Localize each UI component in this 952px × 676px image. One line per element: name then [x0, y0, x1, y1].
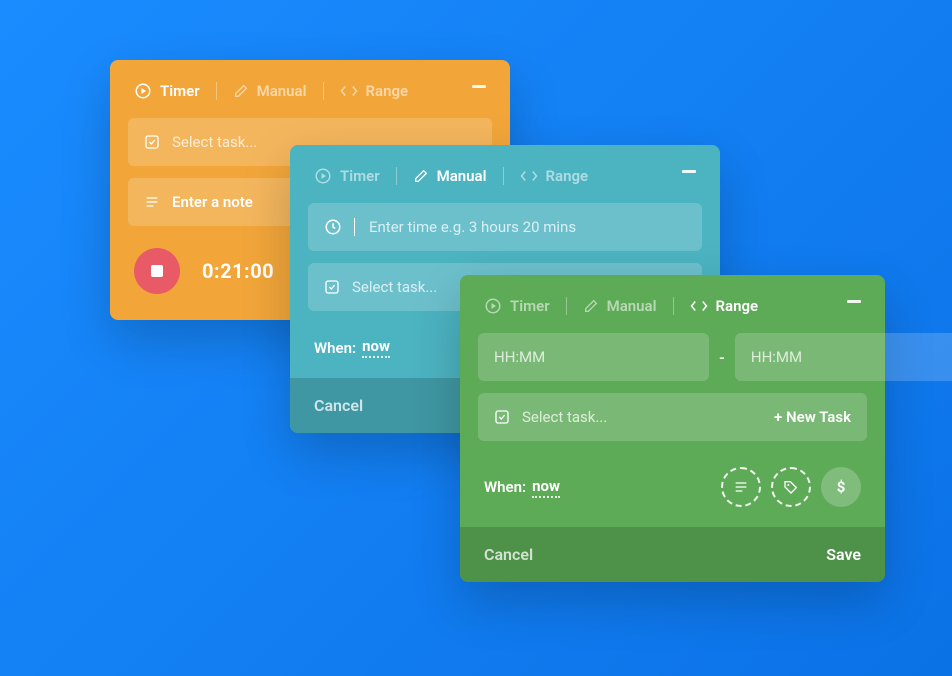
cancel-button[interactable]: Cancel: [484, 545, 533, 564]
card-footer: Cancel Save: [460, 527, 885, 582]
edit-icon: [413, 168, 429, 184]
edit-icon: [583, 298, 599, 314]
tab-timer-label: Timer: [510, 297, 550, 315]
when-label: When:: [484, 478, 526, 496]
select-task-placeholder: Select task...: [352, 278, 437, 296]
tab-range-label: Range: [716, 297, 759, 315]
tab-range-label: Range: [366, 82, 409, 100]
tab-separator: [323, 82, 324, 100]
select-task-placeholder: Select task...: [172, 133, 257, 151]
play-circle-icon: [134, 82, 152, 100]
tab-timer[interactable]: Timer: [484, 297, 550, 315]
select-task-field[interactable]: Select task... + New Task: [478, 393, 867, 441]
save-button[interactable]: Save: [826, 545, 861, 564]
notes-button[interactable]: [721, 467, 761, 507]
range-card: Timer Manual Range - Select task... + Ne…: [460, 275, 885, 582]
when-value[interactable]: now: [532, 477, 560, 498]
range-arrows-icon: [340, 84, 358, 98]
play-circle-icon: [314, 167, 332, 185]
tab-range[interactable]: Range: [690, 297, 759, 315]
tab-separator: [503, 167, 504, 185]
new-task-button[interactable]: + New Task: [774, 408, 851, 426]
checkbox-icon: [324, 279, 340, 295]
tab-manual[interactable]: Manual: [233, 82, 307, 100]
timer-elapsed: 0:21:00: [202, 259, 274, 283]
range-dash: -: [719, 348, 725, 367]
when-row: When: now $: [460, 453, 885, 527]
tab-manual-label: Manual: [257, 82, 307, 100]
billable-button[interactable]: $: [821, 467, 861, 507]
tab-manual[interactable]: Manual: [583, 297, 657, 315]
edit-icon: [233, 83, 249, 99]
tag-icon: [783, 479, 799, 495]
tab-row: Timer Manual Range: [110, 60, 510, 118]
tab-timer-label: Timer: [340, 167, 380, 185]
range-start-input[interactable]: [494, 348, 693, 366]
notes-icon: [733, 479, 749, 495]
tab-separator: [216, 82, 217, 100]
time-input-field[interactable]: [308, 203, 702, 251]
stop-icon: [151, 265, 163, 277]
tab-timer-label: Timer: [160, 82, 200, 100]
tab-row: Timer Manual Range: [460, 275, 885, 333]
stop-button[interactable]: [134, 248, 180, 294]
play-circle-icon: [484, 297, 502, 315]
when-label: When:: [314, 339, 356, 357]
tag-button[interactable]: [771, 467, 811, 507]
tab-range[interactable]: Range: [340, 82, 409, 100]
dollar-icon: $: [837, 478, 846, 496]
checkbox-icon: [144, 134, 160, 150]
range-end-field[interactable]: [735, 333, 952, 381]
minimize-button[interactable]: [472, 85, 486, 88]
text-caret: [354, 218, 355, 236]
minimize-button[interactable]: [682, 170, 696, 173]
checkbox-icon: [494, 409, 510, 425]
minimize-button[interactable]: [847, 300, 861, 303]
time-input[interactable]: [369, 218, 686, 236]
when-value[interactable]: now: [362, 337, 390, 358]
range-arrows-icon: [520, 169, 538, 183]
tab-separator: [396, 167, 397, 185]
note-text: Enter a note: [172, 193, 253, 211]
tab-range-label: Range: [546, 167, 589, 185]
range-inputs: -: [478, 333, 867, 381]
range-start-field[interactable]: [478, 333, 709, 381]
tab-manual-label: Manual: [607, 297, 657, 315]
tab-range[interactable]: Range: [520, 167, 589, 185]
range-end-input[interactable]: [751, 348, 950, 366]
clock-icon: [324, 218, 342, 236]
tab-manual-label: Manual: [437, 167, 487, 185]
notes-icon: [144, 194, 160, 210]
tab-row: Timer Manual Range: [290, 145, 720, 203]
tab-separator: [566, 297, 567, 315]
range-arrows-icon: [690, 299, 708, 313]
tab-separator: [673, 297, 674, 315]
select-task-placeholder: Select task...: [522, 408, 607, 426]
cancel-button[interactable]: Cancel: [314, 396, 363, 415]
tab-timer[interactable]: Timer: [134, 82, 200, 100]
tab-manual[interactable]: Manual: [413, 167, 487, 185]
tab-timer[interactable]: Timer: [314, 167, 380, 185]
